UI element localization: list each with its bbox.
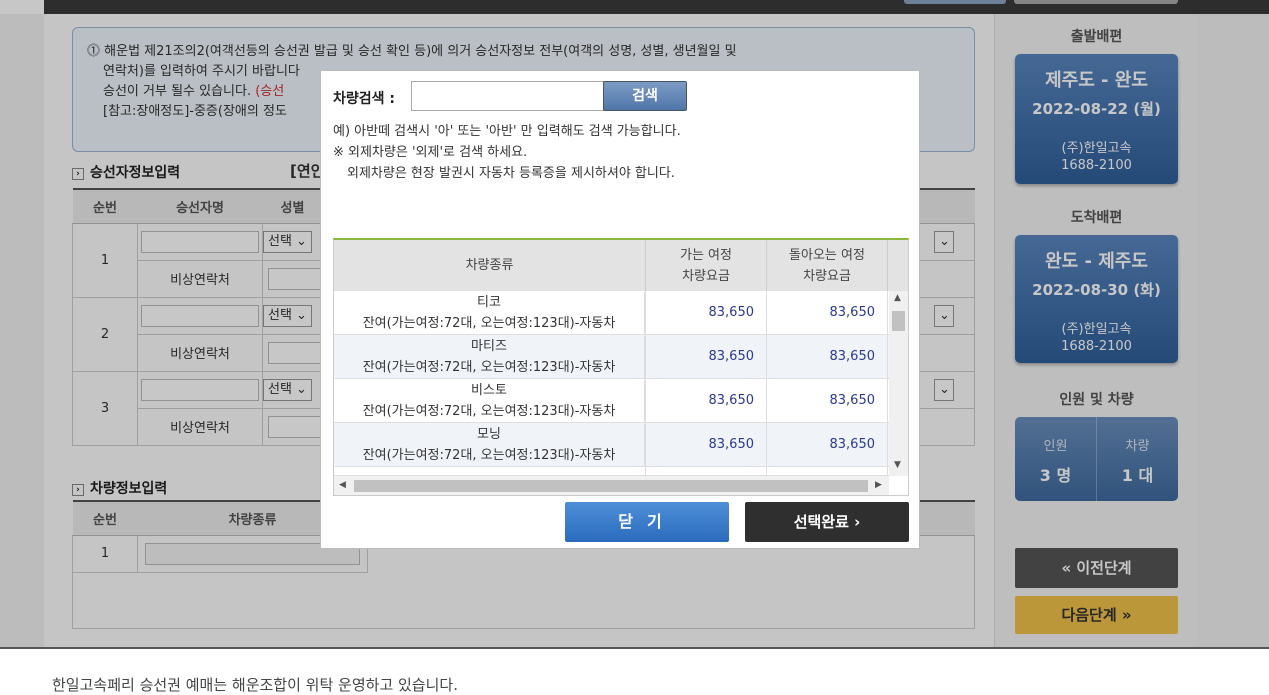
- vehicle-remain: 잔여(가는여정:72대, 오는여정:123대)-자동차: [334, 401, 645, 422]
- help-line-3: 외제차량은 현장 발권시 자동차 등록증을 제시하셔야 합니다.: [347, 166, 675, 181]
- fare-out: 83,650: [646, 335, 767, 378]
- help-line-1: 예) 아반떼 검색시 '아' 또는 '아반' 만 입력해도 검색 가능합니다.: [333, 124, 681, 139]
- scroll-right-icon[interactable]: ▶: [875, 480, 882, 490]
- vehicle-search-modal: 차량검색 : 검색 예) 아반떼 검색시 '아' 또는 '아반' 만 입력해도 …: [320, 70, 920, 549]
- vehicle-row[interactable]: 비스토 잔여(가는여정:72대, 오는여정:123대)-자동차 83,650 83…: [334, 379, 889, 423]
- vehicle-name: 비스토: [334, 380, 645, 401]
- fare-out: 83,650: [646, 379, 767, 422]
- search-button[interactable]: 검색: [603, 81, 687, 111]
- vehicle-name: 모닝: [334, 424, 645, 445]
- vehicle-row[interactable]: 티코 잔여(가는여정:72대, 오는여정:123대)-자동차 83,650 83,…: [334, 291, 889, 335]
- search-help: 예) 아반떼 검색시 '아' 또는 '아반' 만 입력해도 검색 가능합니다. …: [333, 121, 681, 184]
- hscroll-thumb[interactable]: [354, 480, 868, 492]
- col-fare-out: 가는 여정 차량요금: [646, 240, 767, 291]
- vehicle-search-input[interactable]: [411, 81, 604, 111]
- search-label: 차량검색 :: [333, 91, 395, 107]
- vehicle-list-header: 차량종류 가는 여정 차량요금 돌아오는 여정 차량요금: [334, 240, 908, 291]
- footer-divider: [0, 647, 1269, 649]
- fare-back: 83,650: [767, 379, 888, 422]
- fare-out: 83,650: [646, 291, 767, 334]
- help-line-2: ※ 외제차량은 '외제'로 검색 하세요.: [333, 145, 528, 160]
- horizontal-scrollbar[interactable]: ◀ ▶: [334, 476, 889, 495]
- vehicle-remain: 잔여(가는여정:72대, 오는여정:123대)-자동차: [334, 445, 645, 466]
- vehicle-name: 티코: [334, 292, 645, 313]
- col-fare-back: 돌아오는 여정 차량요금: [767, 240, 888, 291]
- scroll-thumb[interactable]: [892, 311, 905, 331]
- vehicle-name: 마티즈: [334, 336, 645, 357]
- vehicle-list-table: 차량종류 가는 여정 차량요금 돌아오는 여정 차량요금 티코 잔여(가는여정:72대…: [333, 238, 909, 496]
- fare-back: 83,650: [767, 423, 888, 466]
- scroll-down-icon[interactable]: ▼: [894, 460, 901, 470]
- fare-back: 83,650: [767, 335, 888, 378]
- fare-out: 83,650: [646, 423, 767, 466]
- vehicle-row[interactable]: 마티즈 잔여(가는여정:72대, 오는여정:123대)-자동차 83,650 83…: [334, 335, 889, 379]
- scroll-left-icon[interactable]: ◀: [339, 480, 346, 490]
- fare-back: 83,650: [767, 291, 888, 334]
- vehicle-row-partial: [334, 467, 889, 476]
- vehicle-row[interactable]: 모닝 잔여(가는여정:72대, 오는여정:123대)-자동차 83,650 83,…: [334, 423, 889, 467]
- select-done-button[interactable]: 선택완료 ›: [745, 502, 909, 542]
- scroll-up-icon[interactable]: ▲: [894, 293, 901, 303]
- vehicle-remain: 잔여(가는여정:72대, 오는여정:123대)-자동차: [334, 313, 645, 334]
- close-button[interactable]: 닫기: [565, 502, 729, 542]
- vertical-scrollbar[interactable]: ▲ ▼: [889, 291, 908, 476]
- vehicle-remain: 잔여(가는여정:72대, 오는여정:123대)-자동차: [334, 357, 645, 378]
- col-vehicle-type: 차량종류: [334, 240, 646, 291]
